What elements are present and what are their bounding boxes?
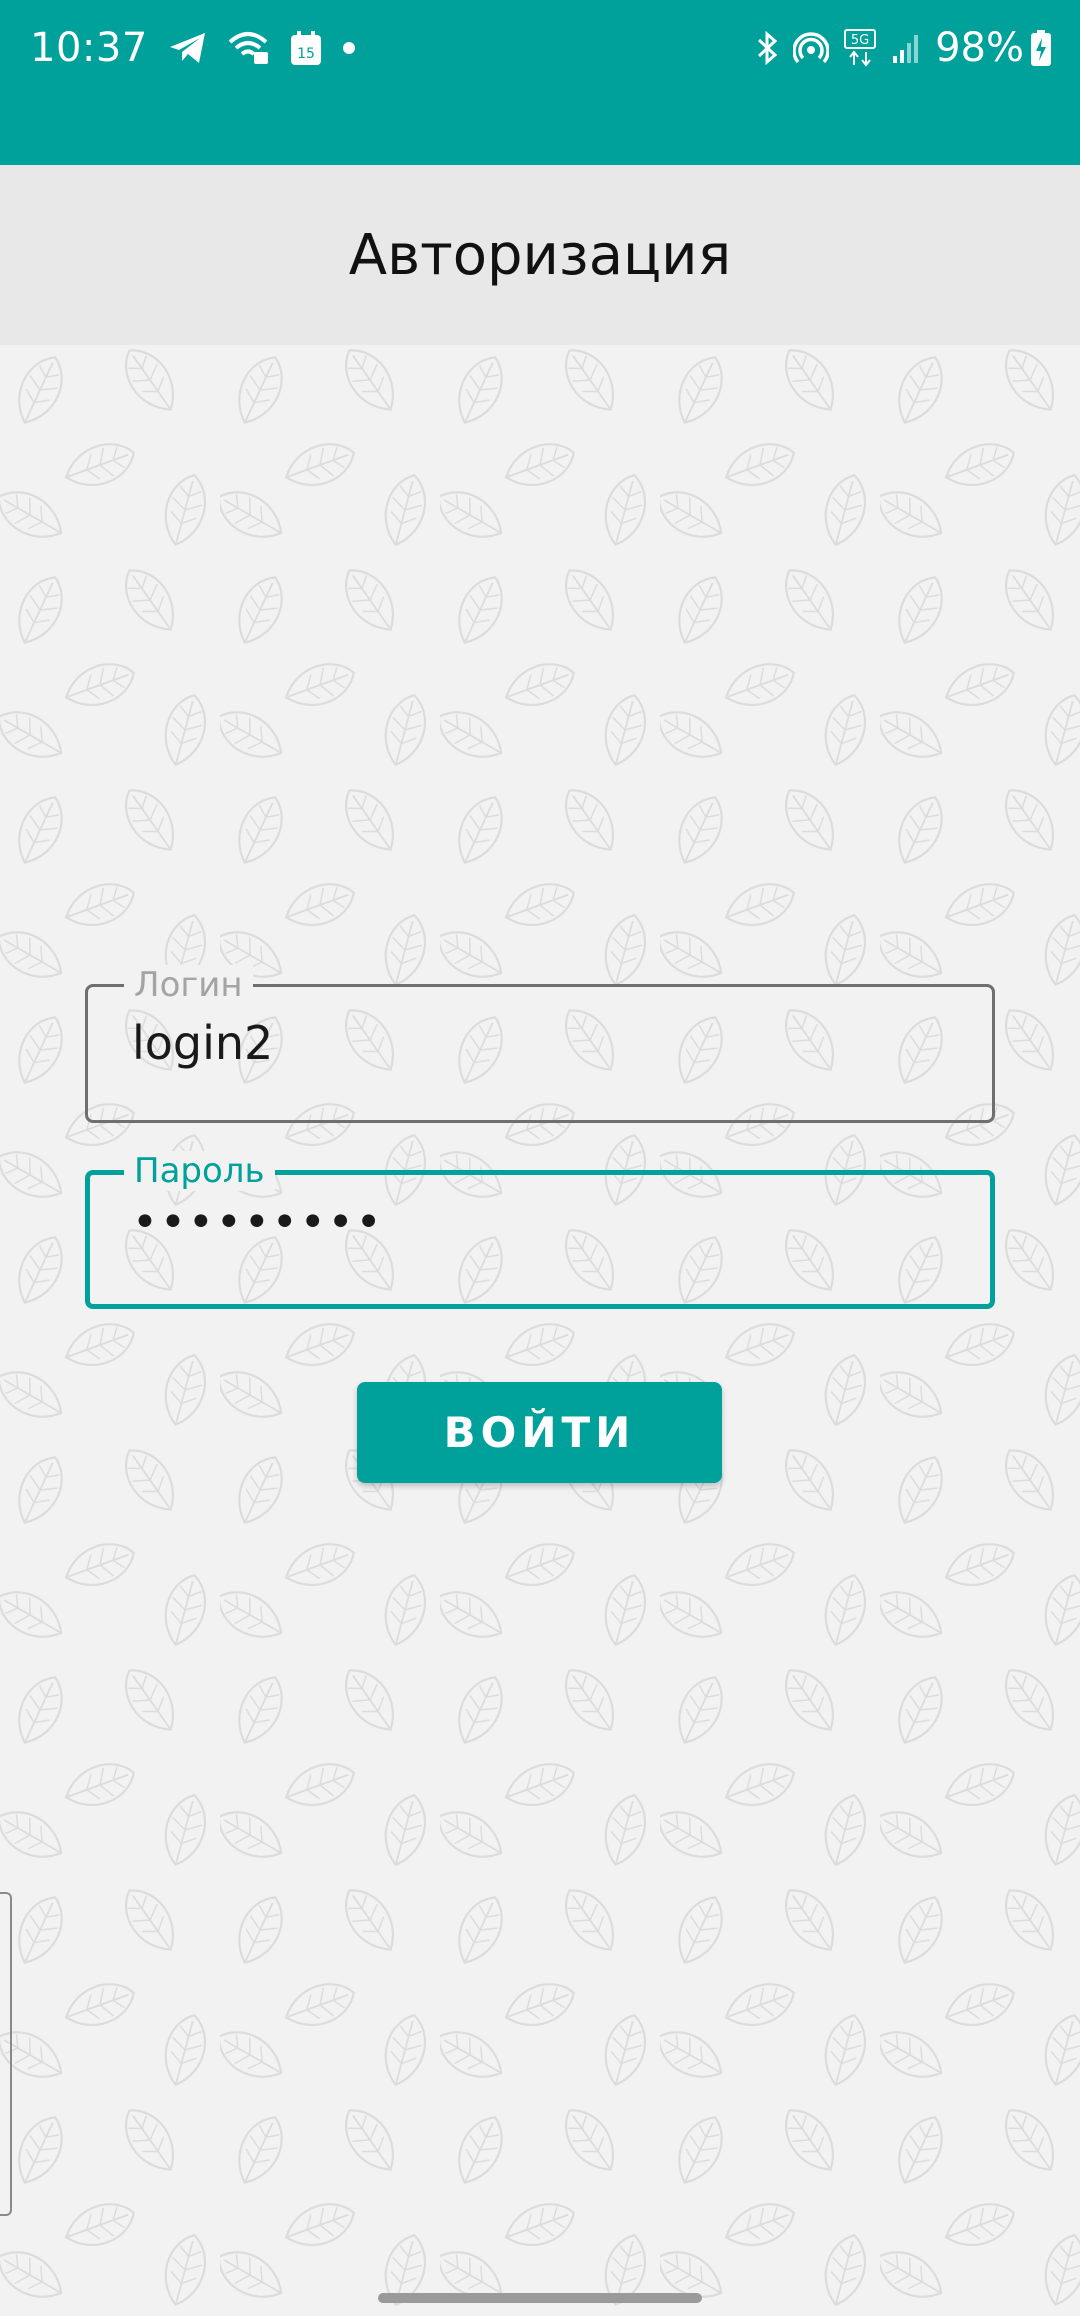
telegram-icon	[168, 30, 208, 66]
app-bar: Авторизация	[0, 165, 1080, 345]
login-button[interactable]: ВОЙТИ	[357, 1382, 722, 1483]
calendar-icon: 15	[290, 30, 322, 66]
leaf-pattern-background	[0, 345, 1080, 2316]
status-left-group: 10:37 15	[30, 22, 356, 74]
page-title: Авторизация	[348, 222, 732, 288]
edge-panel-handle[interactable]	[0, 1892, 12, 2216]
signal-icon	[891, 32, 921, 64]
calendar-day: 15	[297, 46, 315, 62]
bluetooth-icon	[755, 30, 779, 66]
login-label: Логин	[124, 965, 253, 1005]
login-field[interactable]: Логин login2	[85, 965, 995, 1123]
login-input[interactable]: login2	[132, 1017, 273, 1069]
5g-data-icon: 5G	[843, 29, 877, 67]
password-input[interactable]: •••••••••	[132, 1197, 384, 1249]
password-label: Пароль	[124, 1151, 275, 1191]
network-type-label: 5G	[851, 33, 869, 48]
battery-charging-icon	[1030, 29, 1052, 67]
password-field[interactable]: Пароль •••••••••	[85, 1151, 995, 1309]
hotspot-icon	[793, 30, 830, 66]
wifi-calling-icon	[228, 30, 270, 66]
notification-dot-icon	[342, 41, 356, 55]
status-bar: 10:37 15 5G 98%	[0, 0, 1080, 165]
login-screen: Логин login2 Пароль ••••••••• ВОЙТИ	[0, 345, 1080, 2316]
gesture-navigation-bar[interactable]	[378, 2293, 702, 2303]
status-clock: 10:37	[30, 25, 148, 71]
battery-percent: 98%	[935, 25, 1024, 71]
status-right-group: 5G 98%	[741, 22, 1052, 74]
